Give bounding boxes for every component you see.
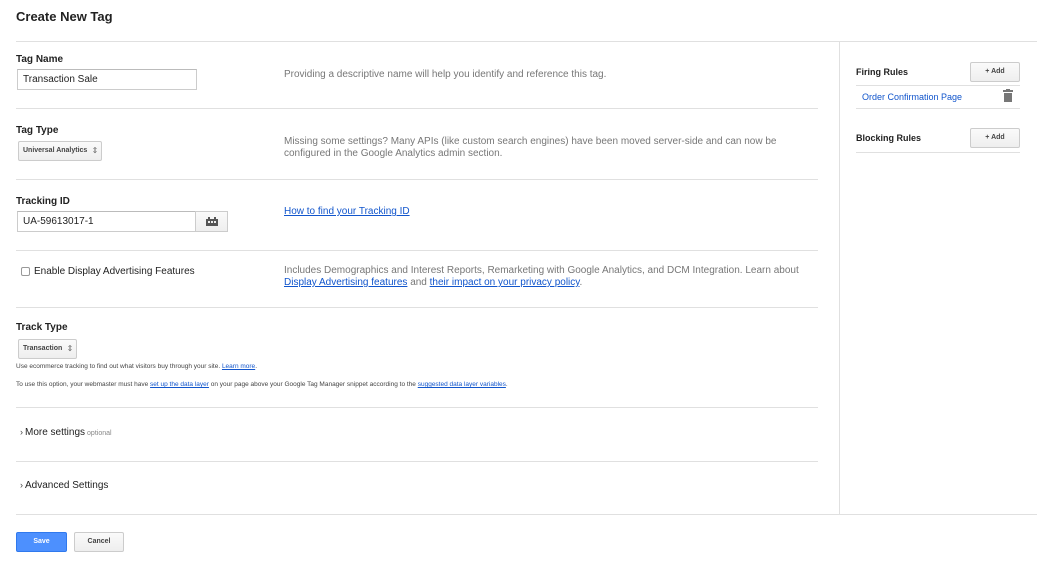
tag-name-section: Tag Name Providing a descriptive name wi…	[16, 42, 818, 108]
rules-sidebar: Firing Rules + Add Order Confirmation Pa…	[856, 42, 1020, 162]
display-advertising-features-link[interactable]: Display Advertising features	[284, 277, 407, 288]
track-type-section: Track Type Transaction ⇕ Use ecommerce t…	[16, 308, 818, 407]
page-title: Create New Tag	[16, 9, 113, 24]
sidebar-divider	[856, 108, 1020, 109]
sidebar-divider	[856, 152, 1020, 153]
footer-divider	[16, 514, 1037, 515]
track-type-selected: Transaction	[23, 345, 63, 352]
description-text: Use ecommerce tracking to find out what …	[16, 363, 221, 370]
display-advertising-hint: Includes Demographics and Interest Repor…	[284, 265, 820, 289]
tag-name-hint: Providing a descriptive name will help y…	[284, 69, 607, 80]
chevron-right-icon: ›	[20, 427, 23, 437]
track-type-description: Use ecommerce tracking to find out what …	[16, 363, 257, 370]
firing-rule-item[interactable]: Order Confirmation Page	[862, 92, 962, 102]
sidebar-divider	[856, 85, 1020, 86]
hint-text: .	[579, 277, 583, 288]
display-advertising-section: Enable Display Advertising Features Incl…	[16, 251, 818, 307]
save-button[interactable]: Save	[16, 532, 67, 552]
tag-type-section: Tag Type Universal Analytics ⇕ Missing s…	[16, 109, 818, 179]
requirement-text: To use this option, your webmaster must …	[16, 381, 149, 388]
more-settings-toggle[interactable]: › More settings optional	[20, 427, 112, 438]
select-arrows-icon: ⇕	[66, 344, 74, 353]
tag-type-selected: Universal Analytics	[23, 147, 88, 154]
more-settings-label: More settings	[25, 427, 86, 438]
cancel-button[interactable]: Cancel	[74, 532, 124, 552]
add-blocking-rule-button[interactable]: + Add	[970, 128, 1020, 148]
sidebar-divider	[839, 42, 840, 514]
hint-text: and	[410, 277, 427, 288]
display-advertising-checkbox[interactable]	[21, 267, 30, 276]
learn-more-link[interactable]: Learn more	[222, 363, 255, 370]
advanced-settings-toggle[interactable]: › Advanced Settings	[20, 480, 108, 491]
tracking-id-label: Tracking ID	[16, 196, 70, 207]
tag-name-label: Tag Name	[16, 54, 64, 65]
display-advertising-label: Enable Display Advertising Features	[34, 266, 195, 277]
tag-name-input[interactable]	[17, 69, 197, 90]
add-firing-rule-button[interactable]: + Add	[970, 62, 1020, 82]
hint-text: Includes Demographics and Interest Repor…	[284, 265, 799, 276]
trash-icon[interactable]	[1002, 89, 1014, 103]
suggested-data-layer-variables-link[interactable]: suggested data layer variables	[418, 381, 506, 388]
track-type-label: Track Type	[16, 322, 68, 333]
tracking-id-help-link[interactable]: How to find your Tracking ID	[284, 206, 410, 218]
tracking-id-input[interactable]	[17, 211, 196, 232]
tracking-id-picker-button[interactable]	[195, 211, 228, 232]
requirement-text: on your page above your Google Tag Manag…	[210, 381, 416, 388]
select-arrows-icon: ⇕	[91, 146, 99, 155]
calendar-icon	[205, 217, 218, 226]
tracking-id-section: Tracking ID How to find your Tracking ID	[16, 180, 818, 250]
requirement-text: .	[505, 381, 508, 388]
tag-type-hint: Missing some settings? Many APIs (like c…	[284, 136, 777, 159]
blocking-rules-title: Blocking Rules	[856, 133, 922, 143]
more-settings-section: › More settings optional	[16, 408, 818, 461]
set-up-data-layer-link[interactable]: set up the data layer	[150, 381, 209, 388]
advanced-settings-section: › Advanced Settings	[16, 462, 818, 514]
track-type-requirement: To use this option, your webmaster must …	[16, 381, 508, 388]
tag-type-select[interactable]: Universal Analytics ⇕	[18, 141, 103, 161]
firing-rules-title: Firing Rules	[856, 67, 909, 77]
advanced-settings-label: Advanced Settings	[25, 480, 109, 491]
tag-type-label: Tag Type	[16, 125, 59, 136]
optional-label: optional	[87, 430, 112, 437]
chevron-right-icon: ›	[20, 480, 23, 490]
track-type-select[interactable]: Transaction ⇕	[18, 339, 78, 359]
privacy-policy-impact-link[interactable]: their impact on your privacy policy	[430, 277, 580, 288]
